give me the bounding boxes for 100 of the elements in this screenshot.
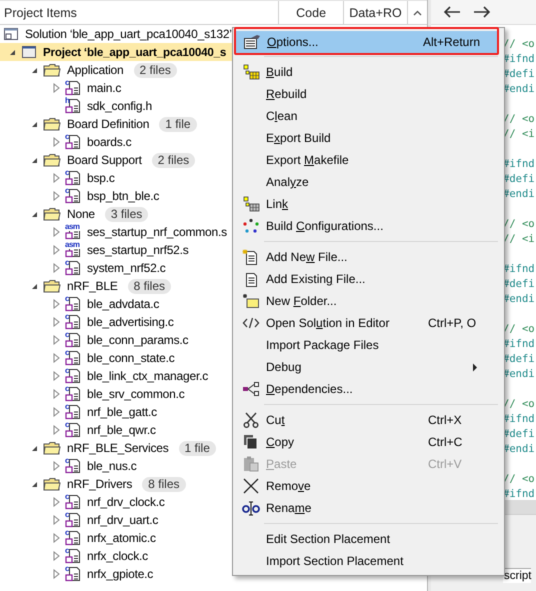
menu-item[interactable]: Edit Section Placement (235, 528, 502, 550)
menu-item[interactable]: Clean (235, 105, 502, 127)
expanded-arrow-icon[interactable] (30, 120, 38, 128)
collapsed-arrow-icon[interactable] (52, 407, 60, 417)
menu-item[interactable]: Export Build (235, 127, 502, 149)
menu-item[interactable]: New Folder... (235, 290, 502, 312)
tree-item-label[interactable]: nRF_Drivers (65, 477, 132, 491)
tree-item-label[interactable]: ble_srv_common.c (85, 387, 185, 401)
collapsed-arrow-icon[interactable] (52, 335, 60, 345)
tree-item-label[interactable]: Board Definition (65, 117, 150, 131)
collapsed-arrow-icon[interactable] (52, 191, 60, 201)
tree-item-label[interactable]: Application (65, 63, 124, 77)
tree-item-label[interactable]: nrf_ble_gatt.c (85, 405, 157, 419)
tree-item-label[interactable]: ble_conn_params.c (85, 333, 188, 347)
tree-item-label[interactable]: nrfx_clock.c (85, 549, 148, 563)
menu-item[interactable]: Build (235, 61, 502, 83)
menu-item[interactable]: Import Package Files (235, 334, 502, 356)
folder-icon (43, 206, 61, 222)
tree-item-label[interactable]: nrf_drv_uart.c (85, 513, 158, 527)
tree-item-label[interactable]: ble_nus.c (85, 459, 137, 473)
menu-item[interactable]: Import Section Placement (235, 550, 502, 572)
expanded-arrow-icon[interactable] (30, 480, 38, 488)
collapsed-arrow-icon[interactable] (52, 461, 60, 471)
collapsed-arrow-icon[interactable] (52, 371, 60, 381)
collapsed-arrow-icon[interactable] (52, 389, 60, 399)
new-folder-icon (242, 293, 260, 309)
collapsed-arrow-icon[interactable] (52, 551, 60, 561)
tree-item-label[interactable]: nRF_BLE (65, 279, 118, 293)
collapsed-arrow-icon[interactable] (52, 263, 60, 273)
tree-item-label[interactable]: nrf_drv_clock.c (85, 495, 165, 509)
tree-item-label[interactable]: system_nrf52.c (85, 261, 166, 275)
tree-item-label[interactable]: ble_link_ctx_manager.c (85, 369, 208, 383)
collapsed-arrow-icon[interactable] (52, 317, 60, 327)
tree-item-label[interactable]: None (65, 207, 95, 221)
project-icon (21, 44, 37, 60)
menu-item[interactable]: Add New File... (235, 246, 502, 268)
menu-item[interactable]: Analyze (235, 171, 502, 193)
file-count: 1 file (159, 116, 197, 132)
expanded-arrow-icon[interactable] (30, 210, 38, 218)
column-header[interactable]: Data+RO (344, 1, 408, 24)
collapsed-arrow-icon[interactable] (52, 569, 60, 579)
tree-item-label[interactable]: sdk_config.h (85, 99, 152, 113)
tree-item-label[interactable]: nrfx_atomic.c (85, 531, 156, 545)
expanded-arrow-icon[interactable] (30, 282, 38, 290)
close-icon (242, 478, 260, 494)
clipboard-icon (242, 456, 260, 472)
menu-item[interactable]: Copy Ctrl+C (235, 431, 502, 453)
tree-item-label[interactable]: ble_advertising.c (85, 315, 174, 329)
text-cursor-icon (242, 500, 260, 516)
menu-item[interactable]: Export Makefile (235, 149, 502, 171)
folder-icon (43, 62, 61, 78)
menu-item[interactable]: Remove (235, 475, 502, 497)
menu-item[interactable]: Options... Alt+Return (236, 31, 497, 53)
file-count: 2 files (152, 152, 196, 168)
menu-item[interactable]: Rename (235, 497, 502, 519)
tree-item-label[interactable]: ses_startup_nrf_common.s (85, 225, 227, 239)
tree-item-label[interactable]: Project ‘ble_app_uart_pca10040_s (41, 46, 226, 58)
tree-item-label[interactable]: ble_conn_state.c (85, 351, 175, 365)
expanded-arrow-icon[interactable] (30, 444, 38, 452)
collapsed-arrow-icon[interactable] (52, 497, 60, 507)
tree-item-label[interactable]: main.c (85, 81, 122, 95)
collapsed-arrow-icon[interactable] (52, 245, 60, 255)
collapsed-arrow-icon[interactable] (52, 515, 60, 525)
menu-item[interactable]: Dependencies... (235, 378, 502, 400)
menu-item[interactable]: Cut Ctrl+X (235, 409, 502, 431)
menu-item[interactable]: Rebuild (235, 83, 502, 105)
collapsed-arrow-icon[interactable] (52, 227, 60, 237)
collapsed-arrow-icon[interactable] (52, 173, 60, 183)
collapsed-arrow-icon[interactable] (52, 137, 60, 147)
tree-item-label[interactable]: Solution ‘ble_app_uart_pca10040_s132’ (23, 27, 232, 41)
menu-item[interactable]: Open Solution in Editor Ctrl+P, O (235, 312, 502, 334)
new-file-icon (242, 249, 260, 265)
folder-icon (43, 278, 61, 294)
tree-item-label[interactable]: bsp.c (85, 171, 115, 185)
blocks-icon (242, 64, 260, 80)
output-tab[interactable]: script (503, 568, 532, 583)
expanded-arrow-icon[interactable] (30, 66, 38, 74)
collapsed-arrow-icon[interactable] (52, 533, 60, 543)
tree-item-label[interactable]: ble_advdata.c (85, 297, 160, 311)
tree-item-label[interactable]: ses_startup_nrf52.s (85, 243, 189, 257)
menu-item[interactable]: Debug (235, 356, 502, 378)
collapsed-arrow-icon[interactable] (52, 353, 60, 363)
tree-item-label[interactable]: nrfx_gpiote.c (85, 567, 154, 581)
expanded-arrow-icon[interactable] (30, 156, 38, 164)
tree-item-label[interactable]: Board Support (65, 153, 142, 167)
expanded-arrow-icon[interactable] (8, 48, 16, 56)
tree-item-label[interactable]: nRF_BLE_Services (65, 441, 169, 455)
tree-item-label[interactable]: boards.c (85, 135, 132, 149)
scroll-up-icon[interactable] (413, 10, 422, 16)
back-arrow-icon[interactable] (443, 5, 461, 19)
tree-item-label[interactable]: bsp_btn_ble.c (85, 189, 160, 203)
menu-item[interactable]: Link (235, 193, 502, 215)
column-header[interactable]: Code (279, 1, 344, 24)
menu-item[interactable]: Add Existing File... (235, 268, 502, 290)
collapsed-arrow-icon[interactable] (52, 83, 60, 93)
tree-item-label[interactable]: nrf_ble_qwr.c (85, 423, 156, 437)
collapsed-arrow-icon[interactable] (52, 425, 60, 435)
forward-arrow-icon[interactable] (473, 5, 491, 19)
menu-item[interactable]: Build Configurations... (235, 215, 502, 237)
collapsed-arrow-icon[interactable] (52, 299, 60, 309)
